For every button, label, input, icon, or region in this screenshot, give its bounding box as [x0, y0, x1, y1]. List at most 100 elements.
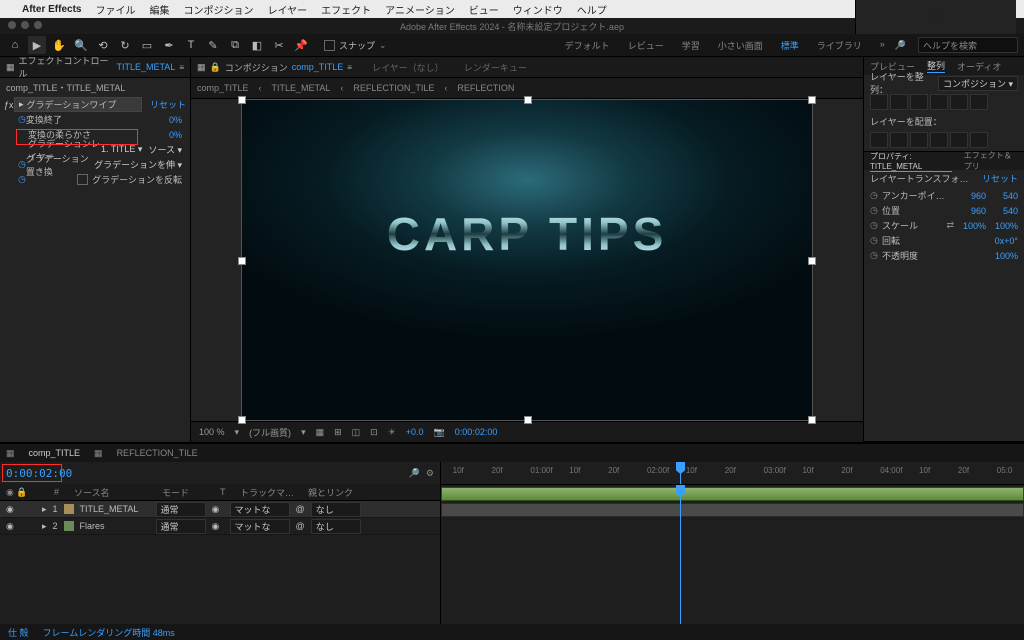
fx-toggle-icon[interactable]: ƒx [4, 100, 14, 110]
dist-2-icon[interactable] [890, 132, 908, 148]
sw-scale[interactable]: ◷ [870, 220, 882, 231]
effects-panel-layer[interactable]: TITLE_METAL [116, 62, 175, 72]
tab-properties[interactable]: プロパティ: TITLE_METAL [870, 151, 952, 172]
layer-2-bar[interactable] [441, 503, 1024, 517]
renderqueue-tab[interactable]: レンダーキュー [464, 61, 527, 74]
crumb-3[interactable]: REFLECTION [457, 83, 514, 93]
playhead[interactable] [680, 462, 681, 484]
layer-2-track[interactable]: マットな [230, 519, 290, 534]
snap-checkbox[interactable] [324, 40, 335, 51]
playhead-head-icon[interactable] [676, 462, 685, 474]
help-search-input[interactable]: ヘルプを検索 [918, 37, 1018, 53]
menu-edit[interactable]: 編集 [149, 2, 169, 17]
opacity-v[interactable]: 100% [986, 251, 1018, 261]
track-area[interactable] [441, 485, 1024, 624]
panel-menu-icon[interactable]: ≡ [179, 63, 184, 72]
roto-tool-icon[interactable]: ✂ [270, 36, 288, 54]
comp-panel-active[interactable]: comp_TITLE [292, 62, 344, 72]
pen-tool-icon[interactable]: ✒ [160, 36, 178, 54]
handle-bl[interactable] [238, 416, 246, 424]
pos-x[interactable]: 960 [954, 206, 986, 216]
ws-learn[interactable]: 学習 [682, 39, 700, 52]
link-icon[interactable]: ⇄ [946, 220, 954, 231]
search-icon[interactable]: 🔎 [895, 40, 906, 51]
invert-checkbox[interactable] [77, 174, 88, 185]
window-controls[interactable] [8, 21, 42, 29]
effect-reset-link[interactable]: リセット [150, 98, 186, 111]
menu-layer[interactable]: レイヤー [267, 2, 307, 17]
pickwhip-icon[interactable]: @ [296, 504, 305, 514]
layer-1-bar[interactable] [441, 487, 1024, 501]
prop-value-1[interactable]: 0% [142, 130, 182, 140]
tl-tab-0[interactable]: comp_TITLE [29, 448, 81, 458]
res-dropdown[interactable]: (フル画質) [249, 426, 291, 439]
align-vcenter-icon[interactable] [950, 94, 968, 110]
layer-row-1[interactable]: ◉▸1 TITLE_METAL 通常 ◉ マットな @ なし [0, 501, 440, 518]
transform-reset[interactable]: リセット [982, 172, 1018, 185]
ws-review[interactable]: レビュー [628, 39, 664, 52]
crumb-2[interactable]: REFLECTION_TILE [353, 83, 434, 93]
ws-library[interactable]: ライブラリ [817, 39, 862, 52]
menu-window[interactable]: ウィンドウ [513, 2, 563, 17]
handle-tc[interactable] [524, 96, 532, 104]
tab-effects-presets[interactable]: エフェクト＆プリ [964, 150, 1018, 172]
layer-row-2[interactable]: ◉▸2 Flares 通常 ◉ マットな @ なし [0, 518, 440, 535]
tl-tab-1[interactable]: REFLECTION_TILE [117, 448, 198, 458]
layer-1-parent[interactable]: なし [311, 502, 361, 517]
crumb-0[interactable]: comp_TITLE [197, 83, 249, 93]
align-hcenter-icon[interactable] [890, 94, 908, 110]
dist-1-icon[interactable] [870, 132, 888, 148]
menu-animation[interactable]: アニメーション [385, 2, 455, 17]
anchor-x[interactable]: 960 [954, 191, 986, 201]
pos-y[interactable]: 540 [986, 206, 1018, 216]
layer-2-name[interactable]: Flares [80, 521, 150, 531]
comp-canvas[interactable]: CARP TIPS [241, 99, 813, 421]
menu-help[interactable]: ヘルプ [577, 2, 607, 17]
snap-chevron-icon[interactable]: ⌄ [379, 40, 387, 51]
view-icon-4[interactable]: ⊡ [370, 427, 378, 438]
ws-standard[interactable]: 標準 [781, 39, 799, 52]
layer-2-color[interactable] [64, 521, 74, 531]
zoom-dropdown[interactable]: 100 % [199, 427, 225, 437]
menu-composition[interactable]: コンポジション [183, 2, 253, 17]
comp-lock-icon[interactable]: 🔒 [210, 62, 221, 73]
puppet-tool-icon[interactable]: 📌 [292, 36, 310, 54]
hand-tool-icon[interactable]: ✋ [50, 36, 68, 54]
scale-x[interactable]: 100% [954, 221, 986, 231]
exposure-value[interactable]: +0.0 [406, 427, 424, 437]
camera-tool-icon[interactable]: ▭ [138, 36, 156, 54]
view-icon-1[interactable]: ▦ [316, 427, 325, 438]
sw-rotation[interactable]: ◷ [870, 235, 882, 246]
effects-panel-tab[interactable]: ▦ エフェクトコントロール TITLE_METAL ≡ [0, 57, 190, 78]
clone-tool-icon[interactable]: ⧉ [226, 36, 244, 54]
sw-anchor[interactable]: ◷ [870, 190, 882, 201]
handle-br[interactable] [808, 416, 816, 424]
handle-ml[interactable] [238, 257, 246, 265]
tl-opt-icon[interactable]: ⚙ [426, 468, 434, 479]
layer-2-mode[interactable]: 通常 [156, 519, 206, 534]
layer-1-track[interactable]: マットな [230, 502, 290, 517]
layer-2-parent[interactable]: なし [311, 519, 361, 534]
dist-5-icon[interactable] [950, 132, 968, 148]
handle-mr[interactable] [808, 257, 816, 265]
layer-1-name[interactable]: TITLE_METAL [80, 504, 150, 514]
time-ruler[interactable]: 10f20f01:00f10f20f02:00f10f20f03:00f10f2… [441, 462, 1024, 485]
stopwatch-icon[interactable]: ◷ [18, 114, 26, 125]
layer-1-mode[interactable]: 通常 [156, 502, 206, 517]
selection-tool-icon[interactable]: ▶ [28, 36, 46, 54]
playhead[interactable] [680, 485, 681, 624]
prop-value-2b[interactable]: ソース ▾ [148, 143, 182, 156]
dist-6-icon[interactable] [970, 132, 988, 148]
camera-icon[interactable]: 📷 [434, 427, 445, 438]
pickwhip-icon-2[interactable]: @ [296, 521, 305, 531]
text-tool-icon[interactable]: T [182, 36, 200, 54]
handle-tr[interactable] [808, 96, 816, 104]
crumb-1[interactable]: TITLE_METAL [272, 83, 331, 93]
align-top-icon[interactable] [930, 94, 948, 110]
ws-default[interactable]: デフォルト [565, 39, 610, 52]
handle-tl[interactable] [238, 96, 246, 104]
effect-name[interactable]: ▸グラデーションワイプ [14, 97, 142, 112]
align-right-icon[interactable] [910, 94, 928, 110]
exposure-icon[interactable]: ☀ [388, 427, 396, 438]
view-icon-3[interactable]: ◫ [352, 427, 361, 438]
